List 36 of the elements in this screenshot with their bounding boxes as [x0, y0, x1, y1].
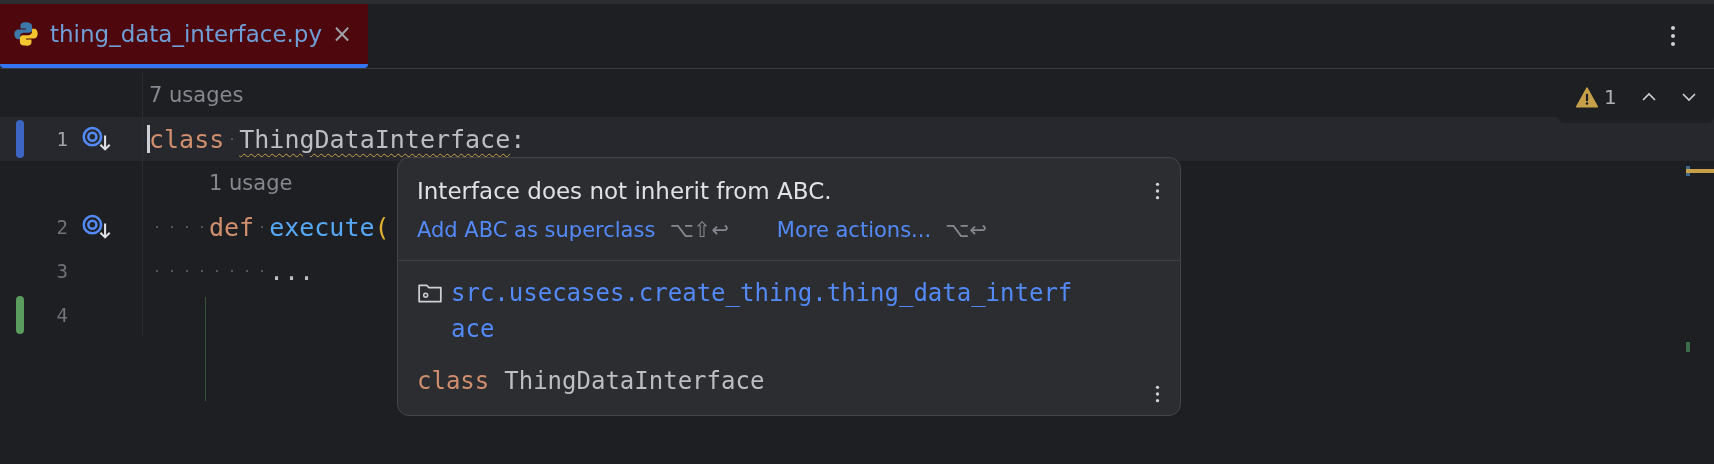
chevron-up-icon[interactable] [1640, 92, 1657, 102]
usages-hint[interactable]: 7 usages [149, 83, 244, 107]
more-icon[interactable] [1155, 383, 1160, 405]
code-token: execute [269, 212, 375, 242]
line-number: 4 [55, 304, 68, 326]
editor-tab[interactable]: thing_data_interface.py × [0, 4, 369, 68]
warning-count: 1 [1604, 85, 1617, 109]
more-icon[interactable] [1155, 180, 1160, 202]
tab-label: thing_data_interface.py [50, 21, 323, 47]
warning-stripe-marker [1686, 169, 1714, 173]
code-token: ( [374, 212, 390, 242]
code-token: class [149, 124, 225, 154]
close-icon[interactable]: × [332, 20, 353, 48]
line-number: 2 [55, 216, 68, 238]
warning-icon[interactable] [1576, 86, 1598, 108]
code-token: ThingDataInterface [239, 124, 511, 154]
code-token: ... [269, 256, 315, 286]
python-icon [12, 20, 40, 48]
usages-hint[interactable]: 1 usage [149, 171, 293, 195]
code-token: : [510, 124, 526, 154]
scrollbar-marker [1686, 342, 1690, 352]
folder-icon [417, 282, 443, 304]
shortcut-hint: ⌥⇧↩ [669, 218, 729, 242]
implemented-icon[interactable] [82, 125, 112, 153]
shortcut-hint: ⌥↩ [945, 218, 987, 242]
action-link[interactable]: More actions... [776, 218, 932, 242]
module-path-link[interactable]: src.usecases.create_thing.thing_data_interf ace [417, 275, 1073, 347]
line-number: 3 [55, 260, 68, 282]
implemented-icon[interactable] [82, 213, 112, 241]
code-token: def [209, 212, 255, 242]
action-link[interactable]: Add ABC as superclass [417, 218, 656, 242]
line-number: 1 [55, 128, 68, 150]
chevron-down-icon[interactable] [1680, 92, 1697, 102]
popup-message: Interface does not inherit from ABC. [417, 178, 832, 204]
declaration-signature: class ThingDataInterface [417, 367, 765, 395]
more-icon[interactable] [1670, 24, 1676, 48]
